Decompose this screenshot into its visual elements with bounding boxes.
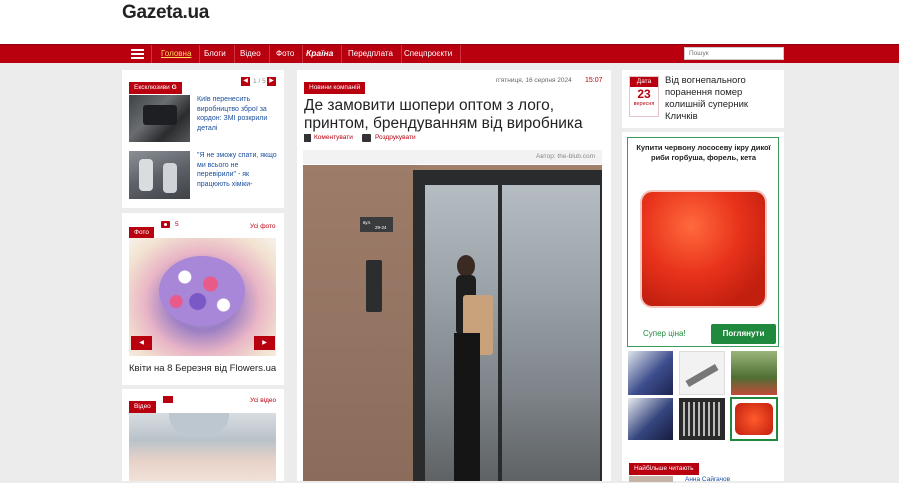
date-day: 23 — [637, 87, 651, 101]
comment-icon[interactable] — [304, 134, 311, 142]
ad-panel: Купити червону лососеву ікру дикої риби … — [622, 132, 784, 481]
video-thumbnail[interactable] — [129, 413, 276, 481]
photo-next-arrow-icon[interactable]: ▶ — [254, 336, 275, 350]
image-author: Автор: the-blub.com — [536, 153, 595, 160]
site-logo[interactable]: Gazeta.ua — [122, 2, 209, 24]
most-read-panel: Найбільше читають Анна Сайгачов — [622, 451, 784, 483]
menu-icon[interactable] — [124, 45, 152, 63]
product-thumb-person[interactable] — [731, 351, 777, 395]
nav-item-home[interactable]: Головна — [153, 45, 201, 63]
photo-label: Фото — [129, 221, 154, 239]
article-main-image: вул. 29-24 — [303, 165, 602, 481]
search-input[interactable] — [684, 47, 784, 60]
exclusive-badge: G — [171, 84, 177, 91]
woman-figure — [443, 255, 493, 481]
nav-item-video[interactable]: Відео — [232, 45, 270, 63]
nav-item-subscription[interactable]: Передплата — [340, 45, 402, 63]
camera-icon — [161, 221, 170, 228]
video-panel: Відео Усі відео — [122, 389, 284, 481]
photo-caption[interactable]: Квіти на 8 Березня від Flowers.ua — [129, 363, 276, 374]
print-link[interactable]: Роздрукувати — [375, 134, 416, 141]
date-card-text[interactable]: Від вогнепального поранення помер колишн… — [665, 75, 781, 123]
product-thumb-tools[interactable] — [679, 398, 725, 440]
photo-prev-arrow-icon[interactable]: ◀ — [131, 336, 152, 350]
video-label: Відео — [129, 395, 156, 413]
nav-item-special-projects[interactable]: Спецпроєкти — [396, 45, 462, 63]
exclusive-thumb-1[interactable] — [129, 95, 190, 142]
most-read-author[interactable]: Анна Сайгачов — [685, 476, 730, 483]
product-thumb-caviar[interactable] — [730, 397, 778, 441]
date-card[interactable]: Дата 23 вересня Від вогнепального поране… — [622, 70, 784, 128]
product-thumb-shoe-1[interactable] — [628, 351, 673, 395]
image-author-bar: Автор: the-blub.com — [303, 150, 602, 164]
most-read-thumb[interactable] — [629, 476, 673, 482]
nav-item-kraina[interactable]: Країна — [298, 45, 343, 63]
most-read-label-text: Найбільше читають — [629, 463, 699, 475]
exclusive-item-2[interactable]: "Я не зможу спати, якщо ми всього не пер… — [197, 151, 277, 189]
date-label: Дата — [630, 77, 658, 87]
exclusive-label: Ексклюзиви G — [129, 76, 182, 94]
photo-panel: Фото 5 Усі фото ◀ ▶ Квіти на 8 Березня в… — [122, 213, 284, 385]
address-plate: вул. 29-24 — [360, 217, 393, 232]
article-date: п'ятниця, 16 серпня 2024 — [496, 77, 572, 84]
intercom-panel — [366, 260, 382, 312]
prev-arrow-icon[interactable]: ◀ — [241, 77, 250, 86]
next-arrow-icon[interactable]: ▶ — [267, 77, 276, 86]
article-category-text: Новини компаній — [304, 82, 366, 94]
photo-count: 5 — [175, 221, 179, 228]
all-videos-link[interactable]: Усі відео — [250, 397, 276, 404]
caviar-ad[interactable]: Купити червону лососеву ікру дикої риби … — [627, 137, 779, 347]
ad-price-label: Супер ціна! — [643, 329, 686, 338]
video-label-text: Відео — [129, 401, 156, 413]
nav-item-blogs[interactable]: Блоги — [196, 45, 235, 63]
print-icon[interactable] — [362, 134, 371, 142]
exclusive-thumb-2[interactable] — [129, 151, 190, 199]
exclusive-item-1[interactable]: Київ перенесить виробництво зброї за кор… — [197, 95, 277, 133]
calendar-icon: Дата 23 вересня — [629, 76, 659, 117]
all-photos-link[interactable]: Усі фото — [250, 223, 276, 230]
video-camera-icon — [163, 396, 173, 403]
comment-link[interactable]: Коментувати — [314, 134, 353, 141]
ad-view-button[interactable]: Поглянути — [711, 324, 776, 344]
article-panel: Новини компаній п'ятниця, 16 серпня 2024… — [297, 70, 611, 481]
date-month: вересня — [633, 101, 655, 107]
article-title: Де замовити шопери оптом з лого, принтом… — [304, 97, 583, 132]
exclusive-label-text: Ексклюзиви — [134, 84, 170, 91]
ad-title: Купити червону лососеву ікру дикої риби … — [636, 143, 771, 162]
article-category[interactable]: Новини компаній — [304, 76, 366, 94]
exclusive-panel: Ексклюзиви G ◀ 1 / 5 ▶ Київ перенесить в… — [122, 70, 284, 208]
most-read-label: Найбільше читають — [629, 457, 699, 475]
product-thumb-shoe-2[interactable] — [628, 398, 673, 440]
product-thumb-knife[interactable] — [679, 351, 725, 395]
article-time: 15:07 — [585, 77, 603, 84]
site-header: Gazeta.ua — [0, 0, 899, 44]
exclusive-pagination: 1 / 5 — [253, 78, 266, 85]
main-nav: Головна Блоги Відео Фото Країна Передпла… — [0, 44, 899, 63]
caviar-image — [636, 186, 771, 314]
